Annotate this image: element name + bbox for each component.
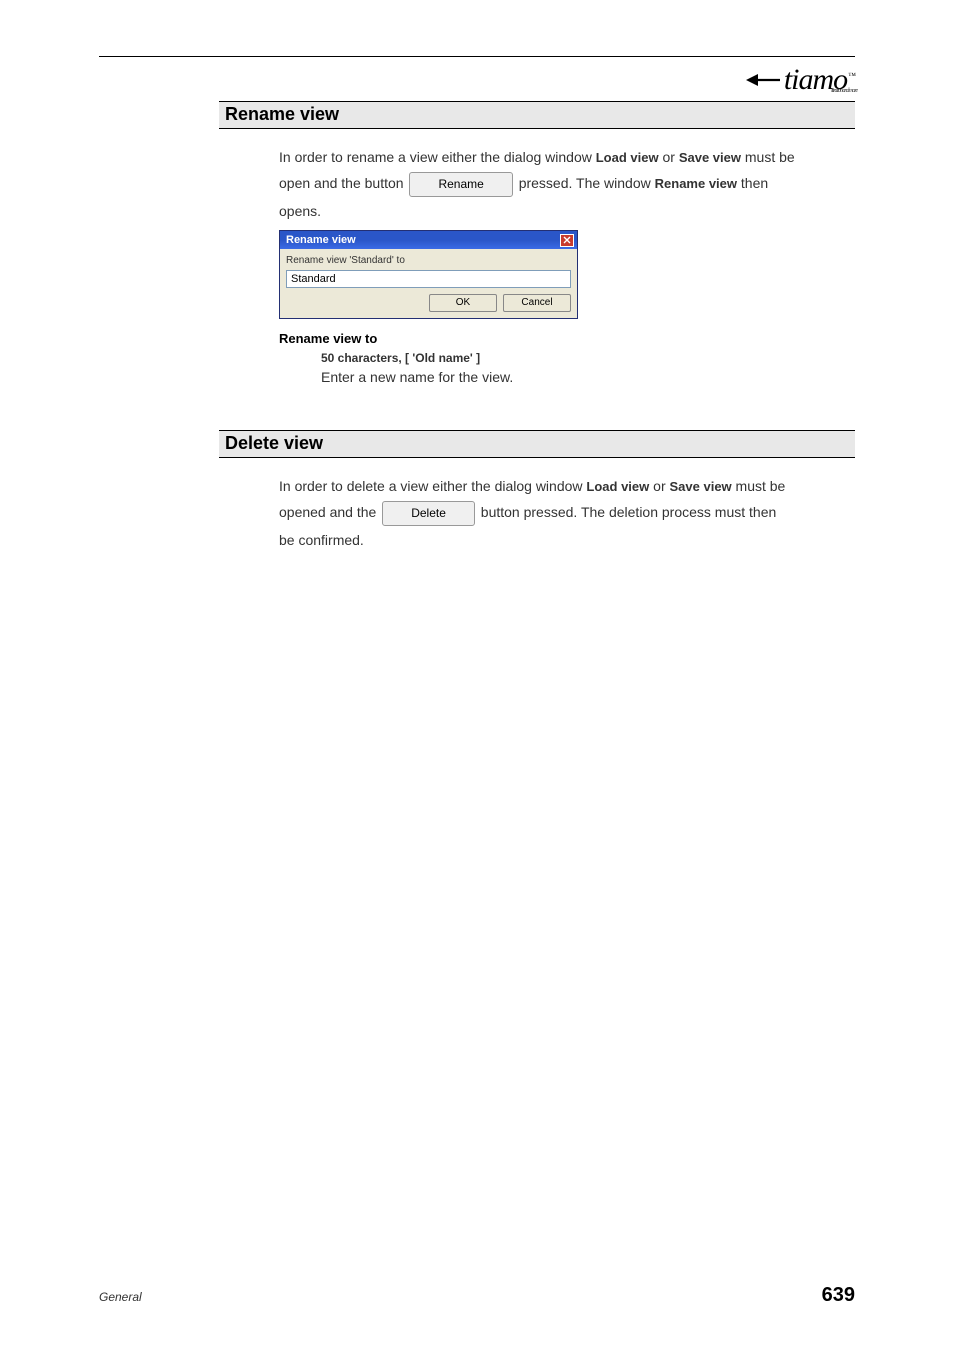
text-fragment: or bbox=[659, 149, 679, 165]
logo-row: tiamo™ titration and more bbox=[99, 63, 855, 97]
rename-input[interactable] bbox=[286, 270, 571, 288]
cancel-button[interactable]: Cancel bbox=[503, 294, 571, 312]
load-view-label: Load view bbox=[596, 150, 659, 165]
dialog-body: Rename view 'Standard' to OK Cancel bbox=[280, 249, 577, 318]
definition-description: Enter a new name for the view. bbox=[321, 367, 855, 388]
save-view-label: Save view bbox=[679, 150, 741, 165]
delete-para-line2: opened and the Delete button pressed. Th… bbox=[279, 501, 855, 526]
delete-para-line1: In order to delete a view either the dia… bbox=[279, 476, 855, 497]
dialog-titlebar: Rename view bbox=[280, 231, 577, 249]
text-fragment: In order to delete a view either the dia… bbox=[279, 478, 586, 494]
page-footer: General 639 bbox=[99, 1284, 855, 1307]
delete-view-heading: Delete view bbox=[219, 430, 855, 458]
text-fragment: pressed. The window bbox=[515, 175, 655, 191]
rename-button[interactable]: Rename bbox=[409, 172, 512, 197]
rename-view-label: Rename view bbox=[655, 176, 737, 191]
text-fragment: button pressed. The deletion process mus… bbox=[477, 504, 776, 520]
definition-term: Rename view to bbox=[279, 329, 855, 349]
text-fragment: must be bbox=[732, 478, 786, 494]
delete-para-line3: be confirmed. bbox=[279, 530, 855, 551]
rename-para-line1: In order to rename a view either the dia… bbox=[279, 147, 855, 168]
footer-page-number: 639 bbox=[822, 1284, 855, 1307]
rename-para-line2: open and the button Rename pressed. The … bbox=[279, 172, 855, 197]
text-fragment: opened and the bbox=[279, 504, 380, 520]
close-icon[interactable] bbox=[560, 234, 574, 247]
text-fragment: In order to rename a view either the dia… bbox=[279, 149, 596, 165]
dialog-button-row: OK Cancel bbox=[286, 294, 571, 312]
rename-view-content: In order to rename a view either the dia… bbox=[279, 147, 855, 388]
definition-constraint: 50 characters, [ 'Old name' ] bbox=[321, 349, 855, 367]
text-fragment: open and the button bbox=[279, 175, 407, 191]
save-view-label: Save view bbox=[670, 479, 732, 494]
delete-button[interactable]: Delete bbox=[382, 501, 475, 526]
logo-arrow-icon bbox=[746, 73, 780, 87]
rename-view-heading: Rename view bbox=[219, 101, 855, 129]
rename-para-line3: opens. bbox=[279, 201, 855, 222]
footer-section-name: General bbox=[99, 1290, 142, 1304]
brand-name: tiamo™ titration and more bbox=[784, 63, 855, 97]
dialog-title: Rename view bbox=[286, 232, 356, 249]
top-rule bbox=[99, 56, 855, 57]
text-fragment: must be bbox=[741, 149, 795, 165]
delete-view-content: In order to delete a view either the dia… bbox=[279, 476, 855, 551]
dialog-field-label: Rename view 'Standard' to bbox=[286, 253, 571, 268]
ok-button[interactable]: OK bbox=[429, 294, 497, 312]
brand-logo: tiamo™ titration and more bbox=[746, 63, 855, 97]
text-fragment: then bbox=[737, 175, 768, 191]
brand-trademark: ™ bbox=[848, 71, 855, 80]
text-fragment: or bbox=[649, 478, 669, 494]
load-view-label: Load view bbox=[586, 479, 649, 494]
brand-subtext: titration and more bbox=[831, 88, 857, 94]
rename-view-dialog: Rename view Rename view 'Standard' to OK… bbox=[279, 230, 578, 319]
